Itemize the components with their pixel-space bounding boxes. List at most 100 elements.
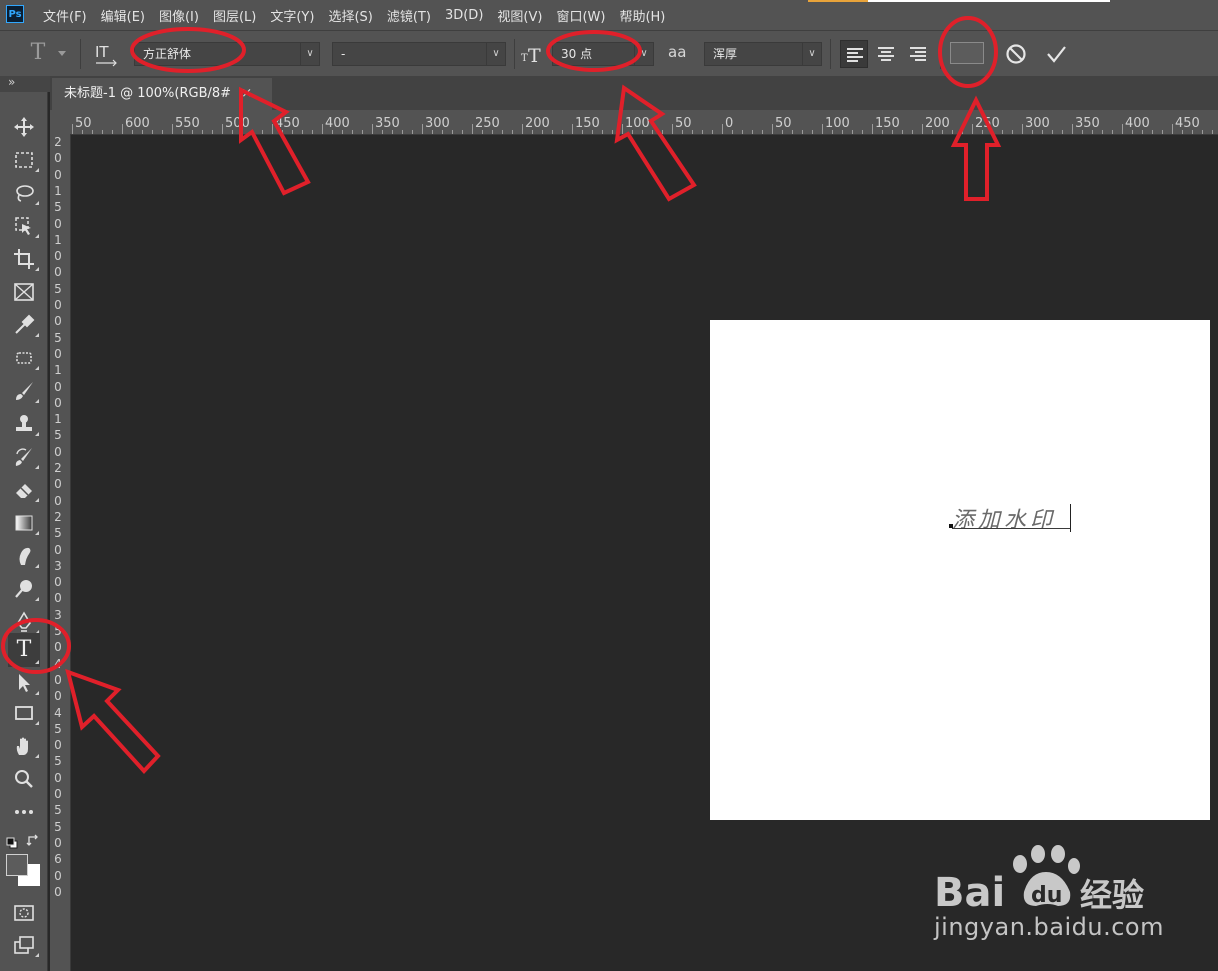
- antialias-select[interactable]: 浑厚 ∨: [704, 42, 822, 66]
- ruler-minor-tick: [1052, 130, 1053, 134]
- menu-edit[interactable]: 编辑(E): [94, 6, 152, 25]
- align-right-button[interactable]: [904, 40, 932, 68]
- ruler-minor-tick: [192, 130, 193, 134]
- align-center-button[interactable]: [872, 40, 900, 68]
- ruler-label: 0: [54, 477, 62, 492]
- menu-help[interactable]: 帮助(H): [612, 6, 672, 25]
- gradient-tool-icon[interactable]: [8, 508, 40, 538]
- smudge-tool-icon[interactable]: [8, 541, 40, 571]
- ruler-minor-tick: [632, 130, 633, 134]
- text-orientation-icon[interactable]: IT: [92, 41, 120, 67]
- crop-tool-icon[interactable]: [8, 244, 40, 274]
- toolbox-header: »: [0, 75, 50, 92]
- type-tool-preset-icon[interactable]: T: [24, 39, 52, 67]
- ruler-label: 250: [475, 116, 500, 131]
- font-family-select[interactable]: 方正舒体 ∨: [134, 42, 320, 66]
- chevron-down-icon[interactable]: ∨: [634, 43, 653, 65]
- ruler-label: 200: [525, 116, 550, 131]
- toolbox-expand-icon[interactable]: »: [8, 75, 15, 89]
- ruler-minor-tick: [352, 130, 353, 134]
- ruler-minor-tick: [1182, 130, 1183, 134]
- type-tool-icon[interactable]: T: [8, 633, 40, 667]
- ruler-minor-tick: [1212, 130, 1213, 134]
- ruler-label: 350: [1075, 116, 1100, 131]
- brush-tool-icon[interactable]: [8, 376, 40, 406]
- marquee-tool-icon[interactable]: [8, 145, 40, 175]
- menu-select[interactable]: 选择(S): [321, 6, 379, 25]
- cancel-icon[interactable]: [1004, 42, 1028, 66]
- object-select-tool-icon[interactable]: [8, 211, 40, 241]
- quick-mask-icon[interactable]: [8, 898, 40, 928]
- lasso-tool-icon[interactable]: [8, 178, 40, 208]
- ruler-label: 0: [54, 542, 62, 557]
- move-tool-icon[interactable]: [8, 112, 40, 142]
- screen-mode-icon[interactable]: [8, 930, 40, 960]
- chevron-down-icon[interactable]: ∨: [802, 43, 821, 65]
- ruler-tick: [972, 124, 973, 134]
- preset-chevron-icon[interactable]: [58, 51, 66, 56]
- foreground-color-swatch[interactable]: [6, 854, 28, 876]
- frame-tool-icon[interactable]: [8, 277, 40, 307]
- eyedropper-tool-icon[interactable]: [8, 310, 40, 340]
- ruler-minor-tick: [512, 130, 513, 134]
- ruler-minor-tick: [1092, 130, 1093, 134]
- text-color-swatch[interactable]: [950, 42, 984, 64]
- ruler-minor-tick: [1162, 130, 1163, 134]
- ruler-minor-tick: [542, 130, 543, 134]
- menu-window[interactable]: 窗口(W): [549, 6, 612, 25]
- font-style-select[interactable]: - ∨: [332, 42, 506, 66]
- ruler-label: 450: [275, 116, 300, 131]
- ruler-minor-tick: [612, 130, 613, 134]
- ruler-label: 300: [1025, 116, 1050, 131]
- more-tools-icon[interactable]: [8, 797, 40, 827]
- ruler-minor-tick: [1192, 130, 1193, 134]
- ruler-label: 400: [1125, 116, 1150, 131]
- ruler-minor-tick: [202, 130, 203, 134]
- ruler-minor-tick: [682, 130, 683, 134]
- font-size-select[interactable]: 30 点 ∨: [552, 42, 654, 66]
- chevron-down-icon[interactable]: ∨: [300, 43, 319, 65]
- menu-layer[interactable]: 图层(L): [206, 6, 263, 25]
- ruler-label: 150: [875, 116, 900, 131]
- menu-filter[interactable]: 滤镜(T): [380, 6, 438, 25]
- path-select-tool-icon[interactable]: [8, 668, 40, 698]
- tab-close-icon[interactable]: ×: [241, 86, 252, 101]
- antialias-value: 浑厚: [713, 47, 738, 61]
- swap-colors-icon[interactable]: [26, 832, 40, 846]
- eraser-tool-icon[interactable]: [8, 475, 40, 505]
- ruler-label: 5: [54, 281, 62, 296]
- document-canvas[interactable]: [710, 320, 1210, 820]
- ruler-minor-tick: [112, 130, 113, 134]
- chevron-down-icon[interactable]: ∨: [486, 43, 505, 65]
- ruler-label: 50: [675, 116, 692, 131]
- ruler-label: 550: [175, 116, 200, 131]
- menu-3d[interactable]: 3D(D): [438, 8, 490, 23]
- align-left-button[interactable]: [840, 40, 868, 68]
- hand-tool-icon[interactable]: [8, 731, 40, 761]
- ruler-minor-tick: [912, 130, 913, 134]
- ruler-minor-tick: [942, 130, 943, 134]
- ruler-minor-tick: [762, 130, 763, 134]
- toolbox: T: [0, 92, 48, 971]
- dodge-tool-icon[interactable]: [8, 574, 40, 604]
- stamp-tool-icon[interactable]: [8, 409, 40, 439]
- zoom-tool-icon[interactable]: [8, 764, 40, 794]
- patch-tool-icon[interactable]: [8, 343, 40, 373]
- ruler-tick: [222, 124, 223, 134]
- default-colors-icon[interactable]: [6, 834, 18, 849]
- rectangle-tool-icon[interactable]: [8, 698, 40, 728]
- canvas-text-layer[interactable]: 添加水印: [952, 502, 1056, 534]
- history-brush-tool-icon[interactable]: [8, 442, 40, 472]
- menu-image[interactable]: 图像(I): [152, 6, 206, 25]
- document-tab[interactable]: 未标题-1 @ 100%(RGB/8# ×: [52, 78, 272, 110]
- ruler-minor-tick: [1012, 130, 1013, 134]
- menu-view[interactable]: 视图(V): [490, 6, 549, 25]
- ruler-minor-tick: [812, 130, 813, 134]
- window-title-strip: [868, 0, 1110, 2]
- ruler-label: 5: [54, 803, 62, 818]
- menu-file[interactable]: 文件(F): [36, 6, 94, 25]
- ruler-label: 0: [54, 216, 62, 231]
- ruler-label: 1: [54, 232, 62, 247]
- menu-type[interactable]: 文字(Y): [263, 6, 321, 25]
- commit-check-icon[interactable]: [1044, 42, 1068, 66]
